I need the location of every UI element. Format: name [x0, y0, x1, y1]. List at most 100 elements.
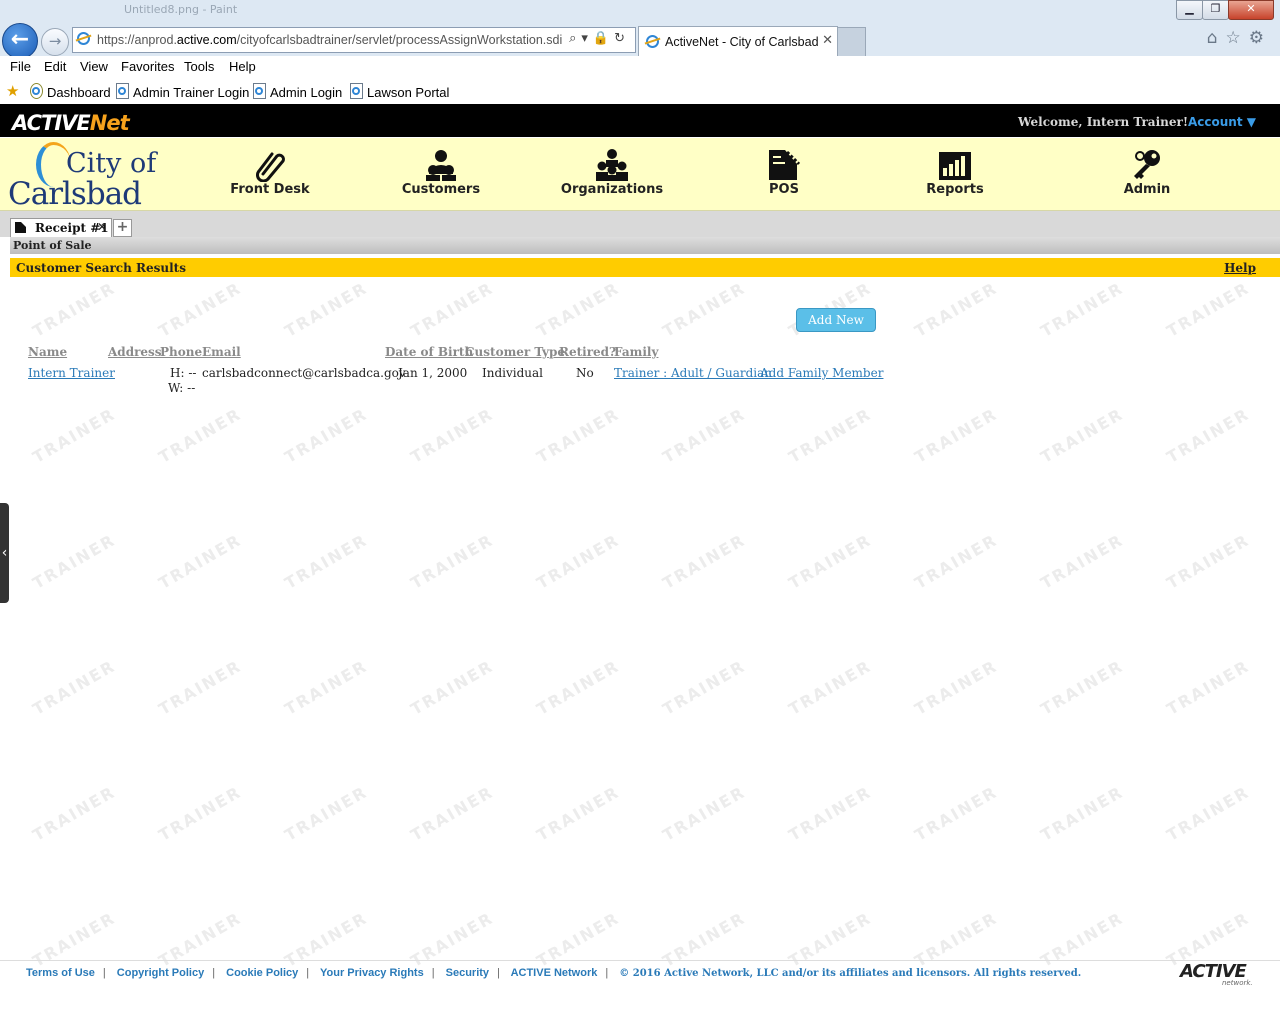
account-menu[interactable]: Account ▼ [1188, 115, 1256, 129]
nav-customers[interactable]: Customers [366, 138, 516, 210]
favorites-star-icon[interactable]: ☆ [1226, 28, 1249, 48]
add-receipt-button[interactable]: + [113, 219, 132, 237]
watermark-text: TRAINER [1037, 656, 1127, 719]
activenet-logo[interactable]: ACTIVENet [12, 111, 130, 135]
col-retired[interactable]: Retired? [559, 345, 616, 359]
settings-gear-icon[interactable]: ⚙ [1249, 28, 1272, 48]
watermark-text: TRAINER [1163, 280, 1253, 341]
refresh-icon[interactable]: ↻ [614, 31, 630, 46]
receipt-close-icon[interactable]: ✕ [97, 220, 107, 234]
nav-admin[interactable]: Admin [1072, 138, 1222, 210]
dashboard-icon [30, 83, 43, 99]
fav-dashboard[interactable]: Dashboard [30, 83, 111, 100]
nav-pos[interactable]: POS [709, 138, 859, 210]
footer-link-active-network[interactable]: ACTIVE Network [511, 967, 598, 979]
footer-link-copyright[interactable]: Copyright Policy [117, 967, 204, 979]
address-actions[interactable]: ⌕▾🔒↻ [569, 31, 630, 46]
watermark-text: TRAINER [659, 404, 749, 467]
side-panel-toggle[interactable]: ‹ [0, 503, 9, 603]
watermark-text: TRAINER [785, 782, 875, 845]
watermark-text: TRAINER [281, 404, 371, 467]
watermark-text: TRAINER [1163, 530, 1253, 593]
favorites-bar: ★ Dashboard Admin Trainer Login Admin Lo… [0, 79, 1280, 104]
col-customer-type[interactable]: Customer Type [465, 345, 565, 359]
watermark-text: TRAINER [533, 656, 623, 719]
copyright-text: © 2016 Active Network, LLC and/or its af… [619, 968, 1082, 979]
nav-organizations[interactable]: Organizations [537, 138, 687, 210]
receipt-tab[interactable]: Receipt #1 ✕ [10, 218, 112, 237]
footer: Terms of Use | Copyright Policy | Cookie P… [0, 960, 1280, 1025]
dropdown-icon[interactable]: ▾ [581, 31, 593, 46]
customer-name-link[interactable]: Intern Trainer [28, 366, 115, 380]
lock-icon[interactable]: 🔒 [593, 31, 614, 46]
nav-reports[interactable]: Reports [880, 138, 1030, 210]
col-address[interactable]: Address [108, 345, 162, 359]
watermark-text: TRAINER [659, 280, 749, 341]
receipt-tab-row: Receipt #1 ✕ + [0, 211, 1280, 237]
menu-file[interactable]: File [10, 59, 31, 74]
ie-page-icon [77, 32, 90, 45]
fav-admin-trainer-login[interactable]: Admin Trainer Login [116, 83, 249, 100]
fav-lawson-portal[interactable]: Lawson Portal [350, 83, 449, 100]
watermark-text: TRAINER [533, 530, 623, 593]
watermark-text: TRAINER [29, 656, 119, 719]
activenet-header: ACTIVENet Welcome, Intern Trainer! Accou… [0, 104, 1280, 137]
col-name[interactable]: Name [28, 345, 67, 359]
col-family[interactable]: Family [614, 345, 658, 359]
forward-button[interactable]: → [41, 28, 69, 56]
address-bar[interactable]: https://anprod.active.com/cityofcarlsbad… [72, 27, 636, 53]
nav-front-desk[interactable]: Front Desk [195, 138, 345, 210]
url-text[interactable]: https://anprod.active.com/cityofcarlsbad… [97, 33, 562, 47]
add-family-member-link[interactable]: Add Family Member [760, 366, 883, 380]
footer-link-cookie[interactable]: Cookie Policy [226, 967, 298, 979]
browser-tab[interactable]: ActiveNet - City of Carlsbad ✕ [638, 26, 838, 57]
watermark-text: TRAINER [533, 280, 623, 341]
back-button[interactable]: ← [2, 23, 38, 59]
add-new-button[interactable]: Add New [796, 308, 876, 332]
bar-chart-icon [939, 152, 971, 180]
watermark-text: TRAINER [281, 280, 371, 341]
watermark-text: TRAINER [1037, 782, 1127, 845]
receipt-small-icon [15, 222, 26, 233]
family-link[interactable]: Trainer : Adult / Guardian [614, 366, 772, 380]
tab-close-icon[interactable]: ✕ [822, 33, 833, 48]
footer-link-terms[interactable]: Terms of Use [26, 967, 95, 979]
city-of-carlsbad-logo[interactable]: City of Carlsbad [8, 140, 158, 212]
col-phone[interactable]: Phone [160, 345, 202, 359]
menu-tools[interactable]: Tools [184, 59, 214, 74]
watermark-text: TRAINER [911, 280, 1001, 341]
col-email[interactable]: Email [202, 345, 241, 359]
fav-admin-login[interactable]: Admin Login [253, 83, 342, 100]
maximize-button[interactable]: ❐ [1202, 0, 1229, 20]
col-date-of-birth[interactable]: Date of Birth [385, 345, 473, 359]
paperclip-icon [256, 152, 285, 182]
watermark-text: TRAINER [911, 656, 1001, 719]
search-icon[interactable]: ⌕ [569, 31, 581, 46]
footer-link-privacy[interactable]: Your Privacy Rights [320, 967, 424, 979]
phone-home: H: -- [170, 366, 197, 380]
organizations-icon [596, 149, 628, 181]
minimize-button[interactable]: ▁ [1176, 0, 1203, 20]
watermark-text: TRAINER [533, 782, 623, 845]
menu-help[interactable]: Help [229, 59, 256, 74]
close-window-button[interactable]: ✕ [1228, 0, 1274, 20]
watermark-text: TRAINER [1163, 656, 1253, 719]
menu-edit[interactable]: Edit [44, 59, 66, 74]
section-bar: Point of Sale [10, 237, 1280, 254]
new-tab-button[interactable] [837, 27, 866, 56]
footer-link-security[interactable]: Security [446, 967, 489, 979]
page-icon [253, 83, 266, 99]
receipt-icon [769, 150, 801, 180]
menu-view[interactable]: View [80, 59, 108, 74]
window-title: Untitled8.png - Paint [124, 3, 238, 16]
help-link[interactable]: Help [1224, 261, 1256, 275]
page-icon [350, 83, 363, 99]
page-title: Customer Search Results [16, 261, 186, 275]
home-icon[interactable]: ⌂ [1207, 28, 1226, 48]
menu-favorites[interactable]: Favorites [121, 59, 174, 74]
watermark-text: TRAINER [281, 782, 371, 845]
keys-icon [1134, 150, 1160, 179]
customer-type-value: Individual [482, 366, 544, 380]
favorites-add-icon[interactable]: ★ [6, 82, 19, 100]
section-title: Point of Sale [13, 239, 92, 252]
